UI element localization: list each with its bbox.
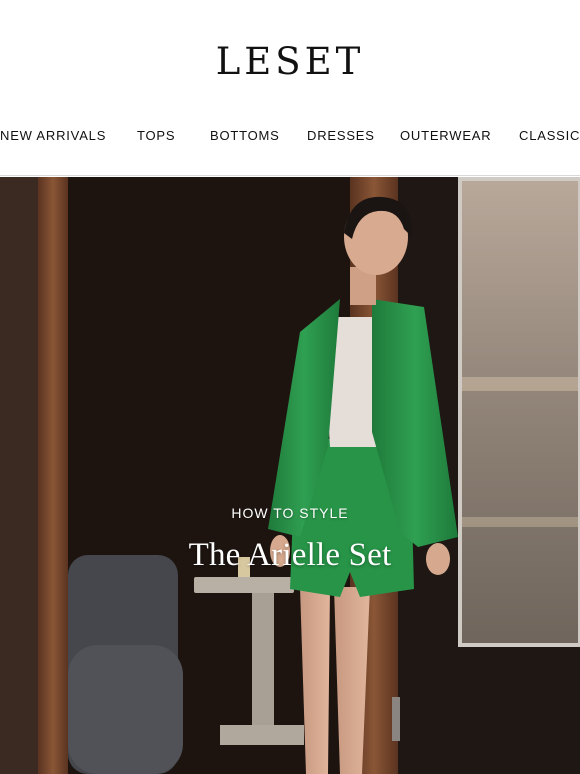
hero-banner[interactable]: HOW TO STYLE The Arielle Set xyxy=(0,177,580,774)
brand-logo[interactable]: LESET xyxy=(0,40,580,83)
nav-item-new-arrivals[interactable]: NEW ARRIVALS xyxy=(0,128,106,143)
hero-photo xyxy=(0,177,580,774)
nav-item-dresses[interactable]: DRESSES xyxy=(307,128,375,143)
hero-eyebrow: HOW TO STYLE xyxy=(231,505,349,521)
nav-item-outerwear[interactable]: OUTERWEAR xyxy=(400,128,491,143)
nav-item-bottoms[interactable]: BOTTOMS xyxy=(210,128,280,143)
hero-headline[interactable]: The Arielle Set xyxy=(0,537,580,574)
email-header: LESET xyxy=(0,0,580,110)
nav-item-classics[interactable]: CLASSICS xyxy=(519,128,580,143)
side-table xyxy=(194,577,294,593)
nav-item-tops[interactable]: TOPS xyxy=(137,128,175,143)
category-nav: NEW ARRIVALS TOPS BOTTOMS DRESSES OUTERW… xyxy=(0,110,580,176)
door-frame-left xyxy=(38,177,68,774)
